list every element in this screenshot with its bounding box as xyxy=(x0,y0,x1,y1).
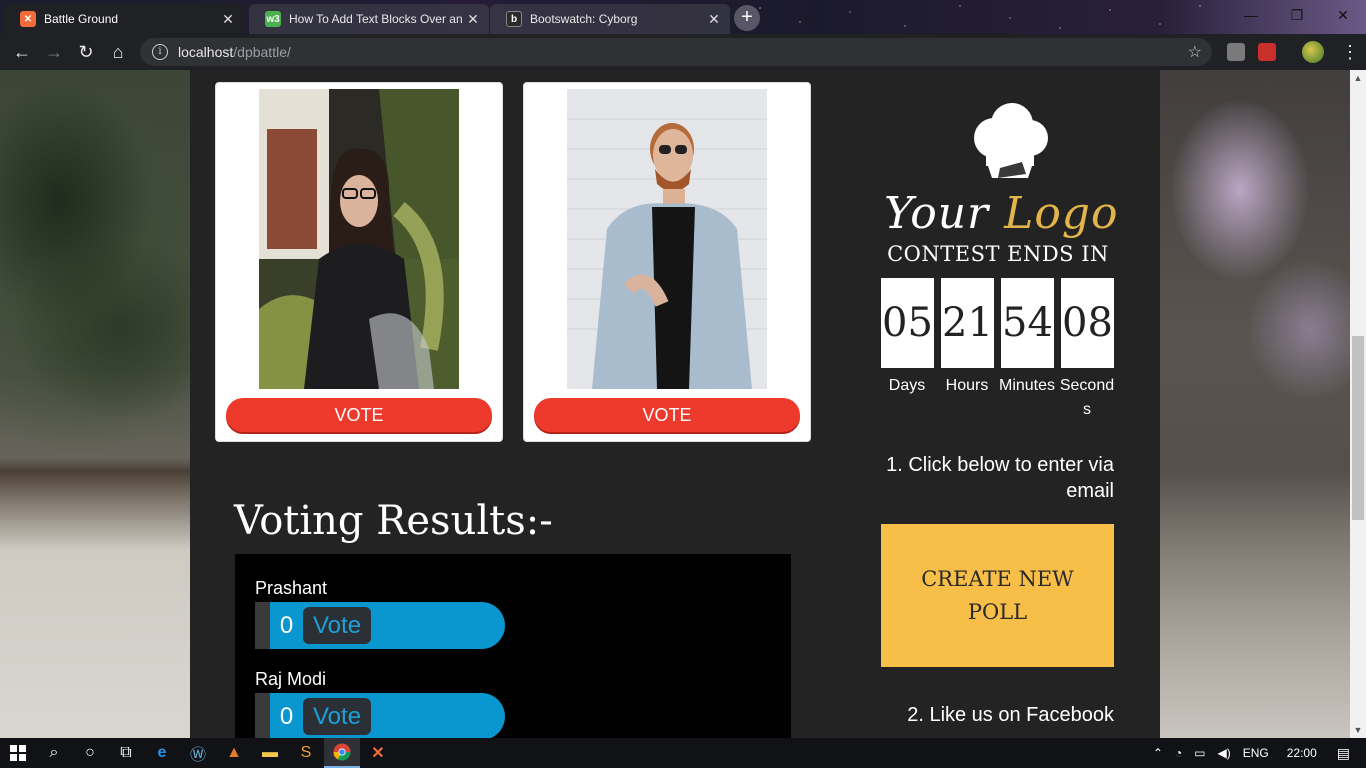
background-image-left xyxy=(0,70,190,738)
contestant-card: VOTE xyxy=(523,82,811,442)
countdown-label: Hours xyxy=(945,377,989,394)
profile-avatar[interactable] xyxy=(1302,41,1324,63)
countdown-minutes: 54 xyxy=(1001,278,1054,368)
browser-toolbar: ← → ↻ ⌂ i localhost/dpbattle/ ☆ ⋮ xyxy=(0,34,1366,70)
close-icon[interactable]: ✕ xyxy=(706,11,722,28)
window-close-button[interactable]: ✕ xyxy=(1324,0,1362,30)
back-button[interactable]: ← xyxy=(6,36,38,68)
result-bar: 0 Vote xyxy=(255,602,505,649)
countdown-label: Seconds xyxy=(1059,377,1115,418)
page-viewport: VOTE VOTE Voting Results:- Prashant 0 Vo… xyxy=(0,70,1350,738)
logo-your: Your xyxy=(884,188,990,239)
result-name: Prashant xyxy=(255,578,328,598)
file-explorer-icon[interactable]: ▬ xyxy=(252,738,288,768)
step-facebook-text: 2. Like us on Facebook xyxy=(907,704,1114,726)
battery-icon[interactable]: ▭ xyxy=(1194,746,1205,760)
scroll-up-arrow-icon[interactable]: ▲ xyxy=(1350,70,1366,86)
minimize-button[interactable]: — xyxy=(1232,0,1270,30)
clock[interactable]: 22:00 xyxy=(1287,746,1317,760)
address-bar[interactable]: i localhost/dpbattle/ ☆ xyxy=(140,38,1212,66)
countdown-label: Days xyxy=(888,377,926,394)
result-vote-label: Vote xyxy=(303,607,372,644)
volume-icon[interactable]: ◀) xyxy=(1217,746,1230,760)
result-vote-label: Vote xyxy=(303,698,372,735)
countdown-label: Minutes xyxy=(998,377,1056,394)
chef-hat-icon xyxy=(974,103,1048,178)
vote-button[interactable]: VOTE xyxy=(226,398,492,432)
contestant-card: VOTE xyxy=(215,82,503,442)
create-new-poll-button[interactable]: CREATE NEW POLL xyxy=(881,524,1114,667)
windows-start-icon[interactable] xyxy=(0,738,36,768)
system-tray: ⌃ ◔ ▭ ◀) ENG 22:00 ▤ xyxy=(1147,738,1366,768)
menu-icon[interactable]: ⋮ xyxy=(1334,36,1366,68)
countdown-days: 05 xyxy=(881,278,934,368)
edge-icon[interactable]: e xyxy=(144,738,180,768)
sublime-text-icon[interactable]: S xyxy=(288,738,324,768)
w3schools-icon: w3 xyxy=(265,11,281,27)
xampp-icon: ✕ xyxy=(20,11,36,27)
wordpress-icon[interactable]: Ⓦ xyxy=(180,738,216,768)
bootswatch-icon: b xyxy=(506,11,522,27)
scroll-down-arrow-icon[interactable]: ▼ xyxy=(1350,722,1366,738)
reload-button[interactable]: ↻ xyxy=(70,36,102,68)
site-info-icon[interactable]: i xyxy=(152,44,168,60)
language-indicator[interactable]: ENG xyxy=(1243,746,1269,760)
cortana-icon[interactable]: ○ xyxy=(72,738,108,768)
browser-tab-strip: ✕ Battle Ground ✕ w3 How To Add Text Blo… xyxy=(0,0,1366,34)
tab-bootswatch[interactable]: b Bootswatch: Cyborg ✕ xyxy=(490,4,730,34)
logo-text: Your Logo xyxy=(884,188,1118,239)
maximize-button[interactable]: ❐ xyxy=(1278,0,1316,30)
results-heading: Voting Results:- xyxy=(234,498,553,544)
windows-taskbar: ⌕ ○ ⧉ e Ⓦ ▲ ▬ S ✕ ⌃ ◔ ▭ ◀) ENG 22:00 ▤ xyxy=(0,738,1366,768)
search-icon[interactable]: ⌕ xyxy=(36,738,72,768)
bookmark-star-icon[interactable]: ☆ xyxy=(1188,42,1202,62)
url-path: /dpbattle/ xyxy=(233,44,291,60)
url-host: localhost xyxy=(178,44,234,60)
forward-button[interactable]: → xyxy=(38,36,70,68)
main-container: VOTE VOTE Voting Results:- Prashant 0 Vo… xyxy=(190,70,1160,738)
contest-title: CONTEST ENDS IN xyxy=(887,242,1109,266)
contestant-photo xyxy=(567,89,767,389)
page-scrollbar[interactable]: ▲ ▼ xyxy=(1350,70,1366,738)
tab-title: Bootswatch: Cyborg xyxy=(530,12,638,26)
result-bar: 0 Vote xyxy=(255,693,505,738)
new-tab-button[interactable]: + xyxy=(734,5,760,31)
extension-icon[interactable] xyxy=(1227,43,1245,61)
chrome-icon[interactable] xyxy=(324,738,360,768)
tab-w3schools[interactable]: w3 How To Add Text Blocks Over an ✕ xyxy=(249,4,489,34)
tab-battle-ground[interactable]: ✕ Battle Ground ✕ xyxy=(4,4,244,34)
background-image-right xyxy=(1160,70,1350,738)
tab-title: How To Add Text Blocks Over an xyxy=(289,12,463,26)
home-button[interactable]: ⌂ xyxy=(102,36,134,68)
result-count: 0 xyxy=(279,702,294,730)
notification-icon[interactable]: ▤ xyxy=(1337,745,1350,762)
scroll-thumb[interactable] xyxy=(1352,336,1364,520)
result-count: 0 xyxy=(279,611,294,639)
results-panel: Prashant 0 Vote Raj Modi 0 Vote xyxy=(235,554,791,738)
vote-button[interactable]: VOTE xyxy=(534,398,800,432)
extension-icon[interactable] xyxy=(1258,43,1276,61)
logo-logo: Logo xyxy=(1004,188,1119,239)
countdown-seconds: 08 xyxy=(1061,278,1114,368)
wifi-icon[interactable]: ◔ xyxy=(1175,746,1182,760)
step-email-text: 1. Click below to enter via email xyxy=(886,454,1114,502)
task-view-icon[interactable]: ⧉ xyxy=(108,738,144,768)
vlc-icon[interactable]: ▲ xyxy=(216,738,252,768)
countdown-hours: 21 xyxy=(941,278,994,368)
close-icon[interactable]: ✕ xyxy=(220,11,236,28)
result-name: Raj Modi xyxy=(255,669,327,689)
close-icon[interactable]: ✕ xyxy=(465,11,481,28)
chevron-up-icon[interactable]: ⌃ xyxy=(1153,746,1163,760)
contestant-photo xyxy=(259,89,459,389)
tab-title: Battle Ground xyxy=(44,12,119,26)
xampp-icon[interactable]: ✕ xyxy=(360,738,396,768)
